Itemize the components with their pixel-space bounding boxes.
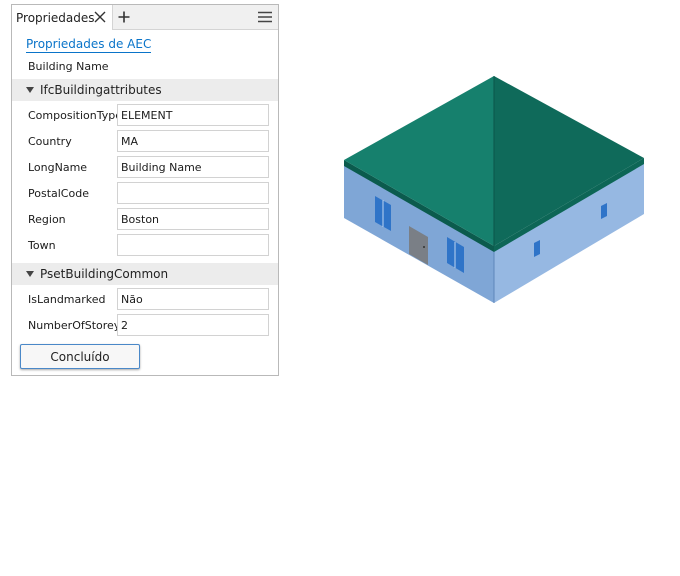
tab-title: Propriedades	[16, 11, 95, 25]
prop-label-is-landmarked: IsLandmarked	[28, 293, 106, 306]
prop-label-region: Region	[28, 213, 66, 226]
prop-label-country: Country	[28, 135, 72, 148]
prop-label-number-of-storeys: NumberOfStoreys	[28, 319, 127, 332]
region-field[interactable]	[117, 208, 269, 230]
properties-panel: Propriedades Propriedades de AEC Buildin…	[11, 4, 279, 376]
close-icon[interactable]	[94, 11, 106, 23]
section-ifc-building-attributes[interactable]: IfcBuildingattributes	[12, 79, 278, 101]
tab-bar: Propriedades	[12, 5, 278, 30]
hamburger-menu-icon[interactable]	[258, 11, 272, 23]
country-field[interactable]	[117, 130, 269, 152]
long-name-field[interactable]	[117, 156, 269, 178]
section-pset-building-common[interactable]: PsetBuildingCommon	[12, 263, 278, 285]
town-field[interactable]	[117, 234, 269, 256]
house-model-viewport[interactable]	[330, 60, 670, 320]
is-landmarked-field[interactable]	[117, 288, 269, 310]
plus-icon[interactable]	[118, 11, 130, 23]
done-button[interactable]: Concluído	[20, 344, 140, 369]
composition-type-field[interactable]	[117, 104, 269, 126]
prop-label-long-name: LongName	[28, 161, 88, 174]
number-of-storeys-field[interactable]	[117, 314, 269, 336]
triangle-down-icon	[26, 271, 34, 277]
triangle-down-icon	[26, 87, 34, 93]
section-title: IfcBuildingattributes	[40, 83, 162, 97]
prop-label-town: Town	[28, 239, 56, 252]
tab-properties[interactable]: Propriedades	[12, 5, 113, 30]
section-title: PsetBuildingCommon	[40, 267, 169, 281]
window	[534, 240, 540, 257]
building-name-label: Building Name	[28, 60, 109, 73]
prop-label-composition-type: CompositionType	[28, 109, 122, 122]
aec-properties-link[interactable]: Propriedades de AEC	[26, 37, 152, 53]
prop-label-postal-code: PostalCode	[28, 187, 89, 200]
postal-code-field[interactable]	[117, 182, 269, 204]
